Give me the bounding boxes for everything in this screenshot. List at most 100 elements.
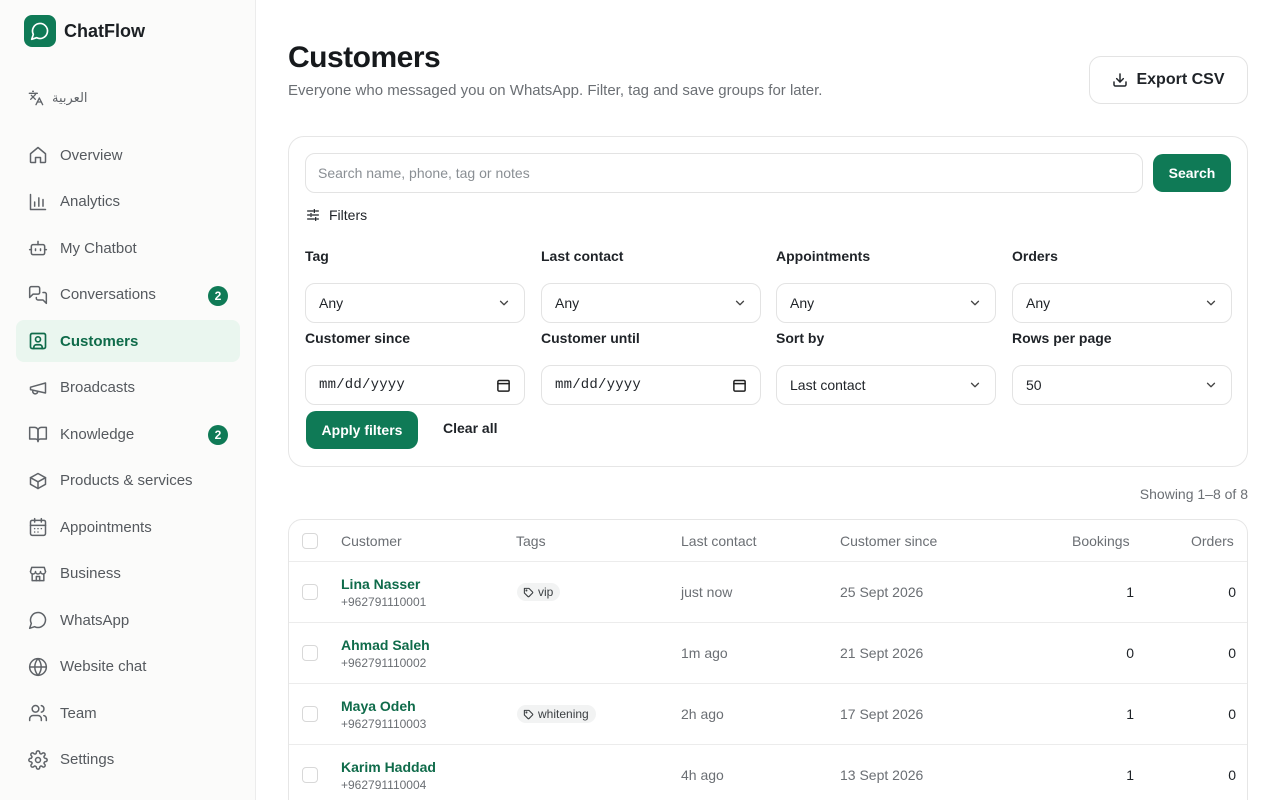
sort-by-value: Last contact — [790, 377, 866, 393]
sidebar-item-conversations[interactable]: Conversations 2 — [16, 274, 240, 316]
column-header-last-contact[interactable]: Last contact — [681, 533, 757, 549]
row-checkbox[interactable] — [302, 584, 318, 600]
tag-icon — [523, 587, 534, 598]
last-contact-cell: 1m ago — [681, 645, 728, 661]
clear-all-button[interactable]: Clear all — [443, 420, 497, 436]
results-count: Showing 1–8 of 8 — [1139, 486, 1248, 502]
sidebar-item-overview[interactable]: Overview — [16, 134, 240, 176]
calendar-icon[interactable] — [496, 378, 511, 393]
language-switcher[interactable]: العربية — [28, 90, 88, 106]
column-header-customer[interactable]: Customer — [341, 533, 402, 549]
sidebar-item-label: Website chat — [60, 658, 147, 675]
sidebar-item-appointments[interactable]: Appointments — [16, 506, 240, 548]
customer-phone: +962791110001 — [341, 595, 427, 609]
sidebar-item-label: Conversations — [60, 286, 156, 303]
table-row[interactable]: Ahmad Saleh +962791110002 1m ago 21 Sept… — [289, 623, 1247, 684]
row-checkbox[interactable] — [302, 767, 318, 783]
sort-by-filter: Sort by Last contact — [776, 330, 996, 405]
sidebar-item-label: Appointments — [60, 518, 152, 536]
bookings-cell: 1 — [1126, 767, 1134, 783]
calendar-icon — [28, 517, 48, 537]
chat-bubbles-icon — [28, 285, 48, 305]
sort-by-select[interactable]: Last contact — [776, 365, 996, 405]
sidebar-item-knowledge[interactable]: Knowledge 2 — [16, 413, 240, 455]
orders-cell: 0 — [1228, 767, 1236, 783]
customer-since-label: Customer since — [305, 330, 411, 346]
column-header-bookings[interactable]: Bookings — [1072, 533, 1130, 549]
sidebar-item-broadcasts[interactable]: Broadcasts — [16, 367, 240, 409]
last-contact-select[interactable]: Any — [541, 283, 761, 323]
main-content: Customers Everyone who messaged you on W… — [288, 0, 1248, 800]
customer-since-cell: 21 Sept 2026 — [840, 645, 924, 661]
customer-until-filter: Customer until mm/dd/yyyy — [541, 330, 761, 405]
rows-per-page-select[interactable]: 50 — [1012, 365, 1232, 405]
row-checkbox[interactable] — [302, 706, 318, 722]
export-csv-button[interactable]: Export CSV — [1089, 56, 1248, 104]
appointments-select-value: Any — [790, 295, 815, 311]
brand[interactable]: ChatFlow — [24, 15, 145, 47]
sidebar-item-label: Analytics — [60, 193, 121, 210]
apply-filters-button[interactable]: Apply filters — [306, 411, 418, 449]
translate-icon — [28, 90, 44, 106]
customer-since-filter: Customer since mm/dd/yyyy — [305, 330, 525, 405]
column-header-customer-since[interactable]: Customer since — [840, 533, 937, 549]
sidebar-item-settings[interactable]: Settings — [16, 739, 240, 781]
select-all-checkbox[interactable] — [302, 533, 318, 549]
megaphone-icon — [28, 378, 48, 398]
sidebar-item-business[interactable]: Business — [16, 553, 240, 595]
appointments-select[interactable]: Any — [776, 283, 996, 323]
last-contact-filter: Last contact Any — [541, 248, 761, 323]
sort-by-label: Sort by — [776, 330, 825, 346]
chevron-down-icon — [968, 296, 982, 310]
sidebar-item-website-chat[interactable]: Website chat — [16, 646, 240, 688]
tag-select[interactable]: Any — [305, 283, 525, 323]
sidebar-item-label: Business — [60, 565, 121, 582]
search-button[interactable]: Search — [1153, 154, 1231, 192]
sidebar-item-products-services[interactable]: Products & services — [16, 460, 240, 502]
chevron-down-icon — [497, 296, 511, 310]
customer-until-date-input[interactable]: mm/dd/yyyy — [541, 365, 761, 405]
customer-name-link[interactable]: Karim Haddad — [341, 759, 436, 775]
table-header: Customer Tags Last contact Customer sinc… — [289, 520, 1247, 562]
bookings-cell: 1 — [1126, 706, 1134, 722]
calendar-icon[interactable] — [732, 378, 747, 393]
table-row[interactable]: Karim Haddad +962791110004 4h ago 13 Sep… — [289, 745, 1247, 800]
orders-filter: Orders Any — [1012, 248, 1232, 323]
rows-per-page-value: 50 — [1026, 377, 1042, 393]
sidebar-item-label: Team — [60, 704, 97, 722]
appointments-filter-label: Appointments — [776, 248, 871, 264]
customer-since-cell: 13 Sept 2026 — [840, 767, 924, 783]
customer-phone: +962791110002 — [341, 656, 427, 670]
table-row[interactable]: Lina Nasser +962791110001 vip just now 2… — [289, 562, 1247, 623]
search-input[interactable] — [305, 153, 1143, 193]
rows-per-page-filter: Rows per page 50 — [1012, 330, 1232, 405]
book-icon — [28, 424, 48, 444]
tag-chip[interactable]: whitening — [517, 705, 596, 723]
customer-since-date-input[interactable]: mm/dd/yyyy — [305, 365, 525, 405]
customer-since-cell: 25 Sept 2026 — [840, 584, 924, 600]
orders-select[interactable]: Any — [1012, 283, 1232, 323]
customers-table: Customer Tags Last contact Customer sinc… — [288, 519, 1248, 800]
row-checkbox[interactable] — [302, 645, 318, 661]
sidebar-item-team[interactable]: Team — [16, 692, 240, 734]
sidebar-item-my-chatbot[interactable]: My Chatbot — [16, 227, 240, 269]
export-csv-label: Export CSV — [1136, 71, 1225, 88]
sidebar-item-customers[interactable]: Customers — [16, 320, 240, 362]
customer-name-link[interactable]: Lina Nasser — [341, 576, 420, 592]
filters-toggle[interactable]: Filters — [305, 207, 367, 223]
column-header-orders[interactable]: Orders — [1191, 533, 1234, 549]
customer-phone: +962791110003 — [341, 717, 427, 731]
orders-cell: 0 — [1228, 706, 1236, 722]
sidebar-item-label: Broadcasts — [60, 379, 136, 396]
rows-per-page-label: Rows per page — [1012, 330, 1112, 346]
chat-logo-icon — [24, 15, 56, 47]
customer-name-link[interactable]: Ahmad Saleh — [341, 637, 430, 653]
sidebar-item-analytics[interactable]: Analytics — [16, 181, 240, 223]
tag-chip[interactable]: vip — [517, 583, 561, 601]
bookings-cell: 0 — [1126, 645, 1134, 661]
column-header-tags[interactable]: Tags — [516, 533, 546, 549]
sidebar-item-whatsapp[interactable]: WhatsApp — [16, 599, 240, 641]
table-row[interactable]: Maya Odeh +962791110003 whitening 2h ago… — [289, 684, 1247, 745]
customer-phone: +962791110004 — [341, 778, 427, 792]
customer-name-link[interactable]: Maya Odeh — [341, 698, 416, 714]
